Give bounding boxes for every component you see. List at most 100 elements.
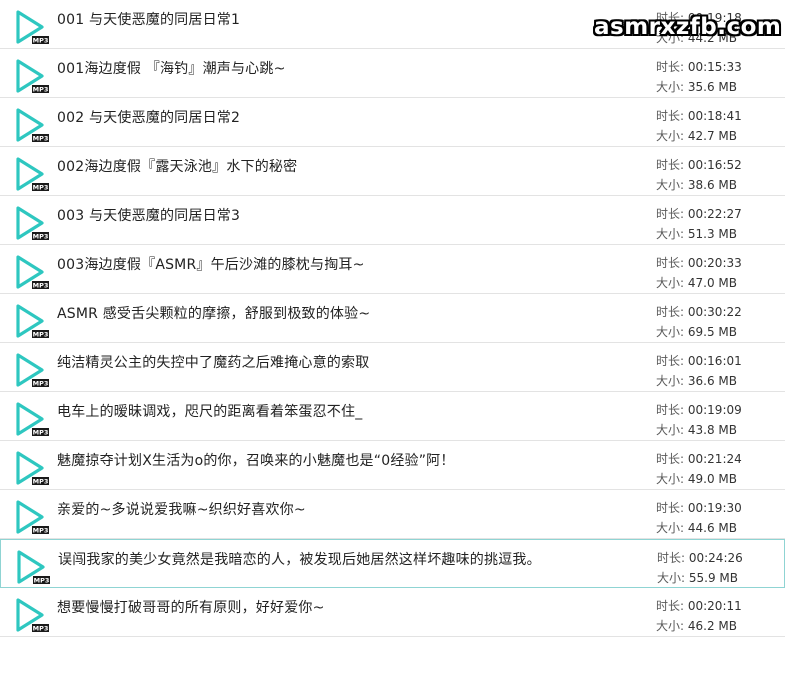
duration-label: 时长: xyxy=(656,452,688,466)
audio-list-item[interactable]: MP3 想要慢慢打破哥哥的所有原则，好好爱你~ 时长: 00:20:11 大小: 46… xyxy=(0,588,785,637)
mp3-play-icon[interactable]: MP3 xyxy=(14,106,50,144)
audio-meta: 时长: 00:19:30 大小: 44.6 MB xyxy=(656,498,742,538)
size-label: 大小: xyxy=(656,129,688,143)
duration-label: 时长: xyxy=(656,207,688,221)
audio-meta: 时长: 00:15:33 大小: 35.6 MB xyxy=(656,57,742,97)
audio-meta: 时长: 00:20:11 大小: 46.2 MB xyxy=(656,596,742,636)
audio-title: 电车上的暧昧调戏，咫尺的距离看着笨蛋忍不住_ xyxy=(57,404,363,420)
mp3-play-icon[interactable]: MP3 xyxy=(15,548,51,586)
audio-meta: 时长: 00:30:22 大小: 69.5 MB xyxy=(656,302,742,342)
size-label: 大小: xyxy=(656,80,688,94)
duration-label: 时长: xyxy=(656,305,688,319)
audio-list-item[interactable]: MP3 电车上的暧昧调戏，咫尺的距离看着笨蛋忍不住_ 时长: 00:19:09 大小:… xyxy=(0,392,785,441)
mp3-play-icon[interactable]: MP3 xyxy=(14,400,50,438)
audio-title: 002 与天使恶魔的同居日常2 xyxy=(57,110,241,126)
duration-label: 时长: xyxy=(656,599,688,613)
audio-title: 想要慢慢打破哥哥的所有原则，好好爱你~ xyxy=(57,600,325,616)
audio-title: 亲爱的~多说说爱我嘛~织织好喜欢你~ xyxy=(57,502,306,518)
mp3-badge-label: MP3 xyxy=(33,135,49,143)
duration-value: 00:20:33 xyxy=(687,256,742,270)
mp3-badge-label: MP3 xyxy=(33,86,49,94)
audio-title: 纯洁精灵公主的失控中了魔药之后难掩心意的索取 xyxy=(57,355,370,371)
audio-meta: 时长: 00:19:09 大小: 43.8 MB xyxy=(656,400,742,440)
audio-title: 误闯我家的美少女竟然是我暗恋的人，被发现后她居然这样坏趣味的挑逗我。 xyxy=(58,552,541,568)
audio-title: 002海边度假『露天泳池』水下的秘密 xyxy=(57,159,298,175)
size-value: 47.0 MB xyxy=(687,276,737,290)
duration-value: 00:19:09 xyxy=(687,403,742,417)
audio-title: 魅魔掠夺计划X生活为o的你，召唤来的小魅魔也是“0经验”阿！ xyxy=(57,453,455,469)
mp3-play-icon[interactable]: MP3 xyxy=(14,302,50,340)
duration-value: 00:18:41 xyxy=(687,109,742,123)
audio-list-item[interactable]: MP3 003海边度假『ASMR』午后沙滩的膝枕与掏耳~ 时长: 00:20:33 大… xyxy=(0,245,785,294)
audio-file-list: MP3 001 与天使恶魔的同居日常1 时长: 00:19:18 大小: 44.2 M… xyxy=(0,0,785,637)
mp3-badge-label: MP3 xyxy=(33,429,49,437)
mp3-play-icon[interactable]: MP3 xyxy=(14,204,50,242)
audio-meta: 时长: 00:16:52 大小: 38.6 MB xyxy=(656,155,742,195)
duration-value: 00:16:52 xyxy=(687,158,742,172)
mp3-play-icon[interactable]: MP3 xyxy=(14,8,50,46)
size-label: 大小: xyxy=(656,325,688,339)
audio-list-item[interactable]: MP3 误闯我家的美少女竟然是我暗恋的人，被发现后她居然这样坏趣味的挑逗我。 时长:… xyxy=(0,539,785,588)
size-value: 51.3 MB xyxy=(687,227,737,241)
audio-title: 003海边度假『ASMR』午后沙滩的膝枕与掏耳~ xyxy=(57,257,365,273)
size-value: 55.9 MB xyxy=(688,571,738,585)
site-watermark: asmrxzfb.com xyxy=(594,14,782,40)
duration-value: 00:20:11 xyxy=(687,599,742,613)
duration-value: 00:16:01 xyxy=(687,354,742,368)
audio-list-item[interactable]: MP3 ASMR 感受舌尖颗粒的摩擦，舒服到极致的体验~ 时长: 00:30:22 大… xyxy=(0,294,785,343)
mp3-play-icon[interactable]: MP3 xyxy=(14,253,50,291)
size-value: 44.6 MB xyxy=(687,521,737,535)
size-value: 42.7 MB xyxy=(687,129,737,143)
duration-label: 时长: xyxy=(656,256,688,270)
mp3-play-icon[interactable]: MP3 xyxy=(14,449,50,487)
audio-list-item[interactable]: MP3 003 与天使恶魔的同居日常3 时长: 00:22:27 大小: 51.3 M… xyxy=(0,196,785,245)
mp3-badge-label: MP3 xyxy=(33,233,49,241)
audio-title: 001 与天使恶魔的同居日常1 xyxy=(57,12,241,28)
audio-list-item[interactable]: MP3 002 与天使恶魔的同居日常2 时长: 00:18:41 大小: 42.7 M… xyxy=(0,98,785,147)
audio-list-item[interactable]: MP3 002海边度假『露天泳池』水下的秘密 时长: 00:16:52 大小: 38.… xyxy=(0,147,785,196)
duration-label: 时长: xyxy=(656,109,688,123)
size-value: 43.8 MB xyxy=(687,423,737,437)
audio-meta: 时长: 00:18:41 大小: 42.7 MB xyxy=(656,106,742,146)
duration-label: 时长: xyxy=(657,551,689,565)
size-label: 大小: xyxy=(656,178,688,192)
mp3-badge-label: MP3 xyxy=(33,478,49,486)
size-value: 35.6 MB xyxy=(687,80,737,94)
audio-list-item[interactable]: MP3 001海边度假 『海钓』潮声与心跳~ 时长: 00:15:33 大小: 35.… xyxy=(0,49,785,98)
duration-label: 时长: xyxy=(656,354,688,368)
audio-list-item[interactable]: MP3 纯洁精灵公主的失控中了魔药之后难掩心意的索取 时长: 00:16:01 大小:… xyxy=(0,343,785,392)
duration-label: 时长: xyxy=(656,403,688,417)
size-value: 38.6 MB xyxy=(687,178,737,192)
mp3-play-icon[interactable]: MP3 xyxy=(14,498,50,536)
audio-title: 001海边度假 『海钓』潮声与心跳~ xyxy=(57,61,286,77)
duration-value: 00:19:30 xyxy=(687,501,742,515)
duration-value: 00:21:24 xyxy=(687,452,742,466)
audio-list-item[interactable]: MP3 亲爱的~多说说爱我嘛~织织好喜欢你~ 时长: 00:19:30 大小: 44.… xyxy=(0,490,785,539)
mp3-play-icon[interactable]: MP3 xyxy=(14,57,50,95)
duration-value: 00:24:26 xyxy=(688,551,743,565)
audio-meta: 时长: 00:16:01 大小: 36.6 MB xyxy=(656,351,742,391)
duration-value: 00:22:27 xyxy=(687,207,742,221)
size-value: 46.2 MB xyxy=(687,619,737,633)
size-label: 大小: xyxy=(656,374,688,388)
duration-label: 时长: xyxy=(656,501,688,515)
audio-list-item[interactable]: MP3 魅魔掠夺计划X生活为o的你，召唤来的小魅魔也是“0经验”阿！ 时长: 00:… xyxy=(0,441,785,490)
duration-value: 00:30:22 xyxy=(687,305,742,319)
audio-meta: 时长: 00:24:26 大小: 55.9 MB xyxy=(657,548,743,588)
audio-meta: 时长: 00:20:33 大小: 47.0 MB xyxy=(656,253,742,293)
mp3-badge-label: MP3 xyxy=(33,331,49,339)
mp3-play-icon[interactable]: MP3 xyxy=(14,351,50,389)
duration-label: 时长: xyxy=(656,158,688,172)
audio-meta: 时长: 00:21:24 大小: 49.0 MB xyxy=(656,449,742,489)
mp3-play-icon[interactable]: MP3 xyxy=(14,596,50,634)
mp3-badge-label: MP3 xyxy=(33,184,49,192)
audio-title: ASMR 感受舌尖颗粒的摩擦，舒服到极致的体验~ xyxy=(57,306,371,322)
mp3-badge-label: MP3 xyxy=(33,37,49,45)
audio-title: 003 与天使恶魔的同居日常3 xyxy=(57,208,241,224)
mp3-badge-label: MP3 xyxy=(33,527,49,535)
size-label: 大小: xyxy=(656,276,688,290)
size-value: 49.0 MB xyxy=(687,472,737,486)
duration-label: 时长: xyxy=(656,60,688,74)
mp3-play-icon[interactable]: MP3 xyxy=(14,155,50,193)
mp3-badge-label: MP3 xyxy=(34,577,50,585)
